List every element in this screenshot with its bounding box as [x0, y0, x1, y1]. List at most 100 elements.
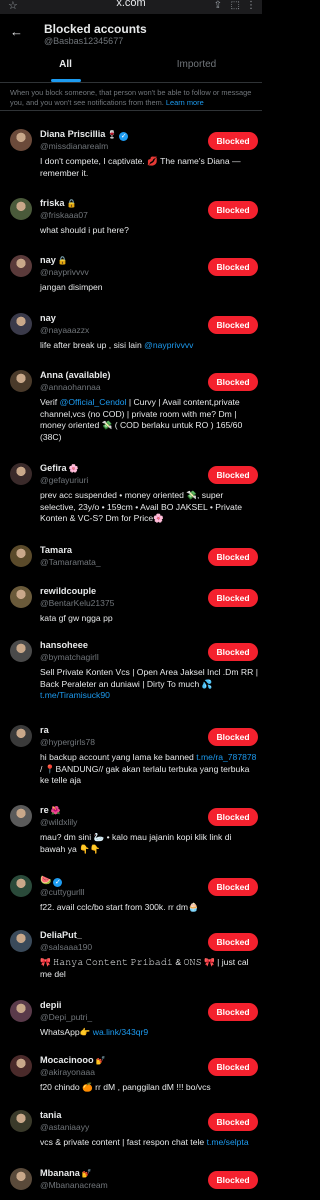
bio-text: f22. avail cclc/bo start from 300k. rr d…	[40, 902, 199, 912]
blocked-button[interactable]: Blocked	[208, 466, 258, 484]
display-name[interactable]: DeliaPut_	[40, 930, 82, 940]
blocked-button[interactable]: Blocked	[208, 589, 258, 607]
display-name[interactable]: friska 🔒	[40, 198, 77, 208]
avatar[interactable]	[10, 725, 32, 747]
avatar[interactable]	[10, 463, 32, 485]
display-name-text: DeliaPut_	[40, 930, 82, 940]
display-name-text: nay	[40, 313, 56, 323]
avatar[interactable]	[10, 1168, 32, 1190]
display-name-text: re	[40, 805, 49, 815]
display-name-text: depii	[40, 1000, 62, 1010]
display-name[interactable]: depii	[40, 1000, 61, 1010]
blocked-button[interactable]: Blocked	[208, 1003, 258, 1021]
account-bio: vcs & private content | fast respon chat…	[40, 1137, 258, 1149]
display-name[interactable]: rewildcouple	[40, 586, 96, 596]
bio-text: / 📍BANDUNG// gak akan terlalu terbuka ya…	[40, 763, 250, 786]
avatar[interactable]	[10, 1055, 32, 1077]
block-notice: When you block someone, that person won'…	[0, 83, 262, 111]
display-name[interactable]: Anna (available)	[40, 370, 110, 380]
avatar[interactable]	[10, 640, 32, 662]
blocked-button[interactable]: Blocked	[208, 933, 258, 951]
avatar[interactable]	[10, 370, 32, 392]
address-bar[interactable]: x.com	[0, 0, 262, 9]
blocked-button[interactable]: Blocked	[208, 258, 258, 276]
display-name[interactable]: nay	[40, 313, 56, 323]
display-name[interactable]: ra	[40, 725, 49, 735]
blocked-button[interactable]: Blocked	[208, 1113, 258, 1131]
account-handle: @Mbananacream	[40, 1180, 108, 1190]
avatar[interactable]	[10, 255, 32, 277]
blocked-button[interactable]: Blocked	[208, 878, 258, 896]
display-name[interactable]: 🍉 ✓	[40, 875, 63, 887]
bio-link[interactable]: wa.link/343qr9	[93, 1027, 148, 1037]
blocked-button[interactable]: Blocked	[208, 132, 258, 150]
avatar[interactable]	[10, 930, 32, 952]
bio-text: jangan disimpen	[40, 282, 103, 292]
blocked-button[interactable]: Blocked	[208, 316, 258, 334]
display-name-text: Tamara	[40, 545, 73, 555]
display-name[interactable]: re 🌺	[40, 805, 61, 815]
blocked-button[interactable]: Blocked	[208, 1171, 258, 1189]
account-bio: I don't compete, I captivate. 💋 The name…	[40, 156, 258, 179]
account-handle: @Depi_putri_	[40, 1012, 93, 1022]
avatar[interactable]	[10, 805, 32, 827]
tab-all[interactable]: All	[0, 48, 131, 82]
account-handle: @friskaaa07	[40, 210, 88, 220]
blocked-button[interactable]: Blocked	[208, 808, 258, 826]
bio-link[interactable]: @nayprivvvv	[144, 340, 193, 350]
blocked-button[interactable]: Blocked	[208, 728, 258, 746]
display-name[interactable]: Tamara	[40, 545, 72, 555]
avatar[interactable]	[10, 545, 32, 567]
display-name[interactable]: Diana Priscillia 🍷 ✓	[40, 129, 129, 141]
account-handle: @nayprivvvv	[40, 267, 89, 277]
share-icon[interactable]: ⇪	[214, 0, 222, 12]
account-handle: @Tamaramata_	[40, 557, 101, 567]
bio-link[interactable]: t.me/ra_787878	[196, 752, 256, 762]
extensions-icon[interactable]: ⬚	[231, 0, 240, 12]
back-arrow-icon[interactable]: ←	[10, 24, 23, 39]
name-emoji: 🌸	[68, 464, 79, 473]
account-handle: @missdianarealm	[40, 141, 109, 151]
avatar[interactable]	[10, 313, 32, 335]
account-handle: @wildxlily	[40, 817, 78, 827]
avatar[interactable]	[10, 586, 32, 608]
learn-more-link[interactable]: Learn more	[166, 98, 204, 107]
avatar[interactable]	[10, 1000, 32, 1022]
avatar[interactable]	[10, 129, 32, 151]
account-handle: @hypergirls78	[40, 737, 95, 747]
account-handle: @salsaaa190	[40, 942, 93, 952]
display-name-text: hansoheee	[40, 640, 88, 650]
bio-text: mau? dm sini 🦢 • kalo mau jajanin kopi k…	[40, 832, 232, 854]
menu-icon[interactable]: ⋮	[246, 0, 256, 12]
bio-text: f20 chindo 🍊 rr dM , panggilan dM !!! bo…	[40, 1082, 211, 1092]
display-name[interactable]: tania	[40, 1110, 61, 1120]
blocked-button[interactable]: Blocked	[208, 643, 258, 661]
blocked-button[interactable]: Blocked	[208, 1058, 258, 1076]
display-name-text: 🍉	[40, 875, 52, 885]
blocked-button[interactable]: Blocked	[208, 201, 258, 219]
display-name[interactable]: nay 🔒	[40, 255, 68, 265]
display-name[interactable]: Mocacinooo 💅	[40, 1055, 106, 1065]
verified-badge-icon: ✓	[119, 132, 129, 141]
display-name[interactable]: hansoheee	[40, 640, 88, 650]
account-handle: @astaniaayy	[40, 1122, 90, 1132]
display-name[interactable]: Mbanana 💅	[40, 1168, 92, 1178]
bio-text: what should i put here?	[40, 225, 129, 235]
avatar[interactable]	[10, 1110, 32, 1132]
name-emoji: 🌺	[50, 806, 61, 815]
name-emoji: 💅	[81, 1169, 92, 1178]
blocked-button[interactable]: Blocked	[208, 373, 258, 391]
tab-imported[interactable]: Imported	[131, 48, 262, 82]
bio-link[interactable]: @Official_Cendol	[60, 397, 127, 407]
display-name[interactable]: Gefira 🌸	[40, 463, 79, 473]
display-name-text: ra	[40, 725, 49, 735]
notice-text: When you block someone, that person won'…	[10, 88, 252, 107]
account-handle: @akirayonaaa	[40, 1067, 95, 1077]
avatar[interactable]	[10, 198, 32, 220]
lock-icon: 🔒	[66, 199, 77, 208]
bio-link[interactable]: t.me/selpta	[207, 1137, 249, 1147]
avatar[interactable]	[10, 875, 32, 897]
bio-link[interactable]: t.me/Tiramisuck90	[40, 690, 110, 700]
blocked-button[interactable]: Blocked	[208, 548, 258, 566]
display-name-text: tania	[40, 1110, 62, 1120]
